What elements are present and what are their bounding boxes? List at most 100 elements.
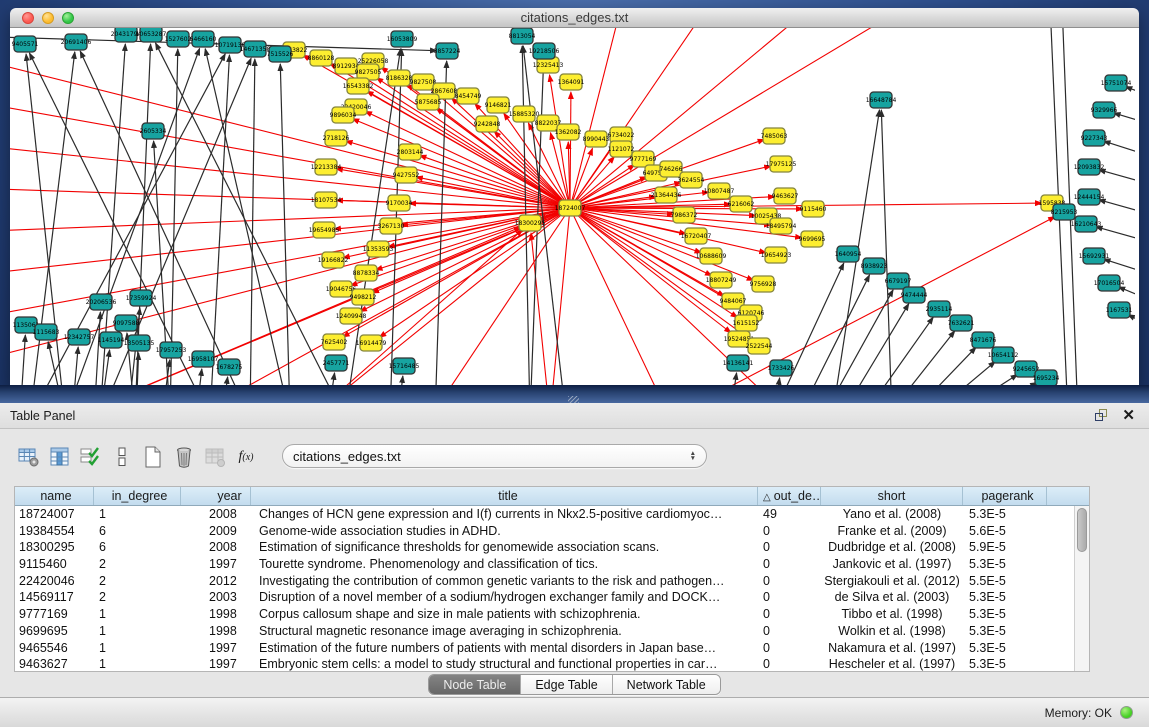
graph-node[interactable]: 12444154 [1074,189,1105,205]
table-row[interactable]: 969969511998Structural magnetic resonanc… [15,623,1089,640]
graph-node[interactable]: 13505135 [124,335,155,351]
table-panel-header[interactable]: Table Panel ✕ [0,403,1149,429]
graph-node[interactable]: 8938923 [861,258,888,274]
graph-node[interactable]: 5875685 [415,94,442,110]
graph-node[interactable]: 6466160 [190,31,217,47]
graph-node[interactable]: 9242848 [474,116,501,132]
select-columns-icon[interactable] [47,444,73,470]
graph-node[interactable]: 9474444 [901,287,928,303]
network-window[interactable]: citations_edges.txt 18300295766382288601… [10,8,1139,387]
panel-splitter-grip[interactable] [568,396,579,403]
graph-node[interactable]: 9329966 [1091,102,1118,118]
graph-node[interactable]: 18807249 [706,272,737,288]
table-row[interactable]: 1830029562008Estimation of significance … [15,539,1089,556]
column-header-out_de[interactable]: △out_de… [758,487,821,505]
graph-node[interactable]: 9427552 [393,167,420,183]
graph-node[interactable]: 9146821 [485,97,512,113]
graph-node[interactable]: 7625402 [321,334,348,350]
table-row[interactable]: 1872400712008Changes of HCN gene express… [15,506,1089,523]
tab-edge-table[interactable]: Edge Table [521,675,612,694]
tab-node-table[interactable]: Node Table [429,675,521,694]
graph-node[interactable]: 9227343 [1081,130,1108,146]
graph-node[interactable]: 10653287 [136,28,167,42]
graph-node[interactable]: 3857224 [434,43,461,59]
graph-node[interactable]: 1733426 [768,360,795,376]
column-header-name[interactable]: name [15,487,94,505]
graph-node[interactable]: 9097588 [113,315,140,331]
vertical-scrollbar[interactable] [1074,506,1089,671]
graph-node[interactable]: 16648784 [866,92,897,108]
column-header-title[interactable]: title [251,487,758,505]
graph-node[interactable]: 8215953 [1051,204,1078,220]
graph-node[interactable]: 7485063 [761,128,788,144]
graph-node[interactable]: 7986372 [671,207,698,223]
column-header-in_degree[interactable]: in_degree [94,487,181,505]
graph-node[interactable]: 19654923 [761,247,792,263]
graph-node[interactable]: 9756928 [750,276,777,292]
scrollbar-thumb[interactable] [1077,508,1087,552]
graph-node[interactable]: 1678275 [216,359,243,375]
graph-node[interactable]: 8990443 [583,131,610,147]
graph-node[interactable]: 2718126 [323,130,350,146]
graph-node[interactable]: 1640954 [835,246,862,262]
graph-node[interactable]: 15716485 [389,358,420,374]
graph-node[interactable]: 18300295 [515,215,546,231]
graph-node[interactable]: 14136141 [723,355,754,371]
graph-node[interactable]: 9896034 [330,107,357,123]
graph-node[interactable]: 1695234 [1033,370,1060,386]
table-row[interactable]: 2242004622012Investigating the contribut… [15,573,1089,590]
graph-node[interactable]: 8878334 [353,265,380,281]
graph-node[interactable]: 3267130 [378,218,405,234]
close-panel-icon[interactable]: ✕ [1122,409,1135,422]
graph-node[interactable]: 746266 [660,161,683,177]
graph-node[interactable]: 9699695 [799,231,826,247]
delete-column-icon[interactable] [171,444,197,470]
graph-node[interactable]: 12213384 [311,159,342,175]
graph-node[interactable]: 12409948 [336,308,367,324]
graph-node[interactable]: 17016504 [1094,275,1125,291]
graph-node[interactable]: 16543382 [343,78,374,94]
graph-node[interactable]: 1527602 [165,31,192,47]
table-row[interactable]: 911546021997Tourette syndrome. Phenomeno… [15,556,1089,573]
graph-node[interactable]: 2803144 [397,144,424,160]
row-height-icon[interactable] [109,444,135,470]
graph-node[interactable]: 12093832 [1074,159,1105,175]
graph-node[interactable]: 7632621 [948,315,975,331]
graph-node[interactable]: 18107534 [311,192,342,208]
table-row[interactable]: 946554611997Estimation of the future num… [15,640,1089,657]
graph-node[interactable]: 9498212 [350,289,377,305]
graph-node[interactable]: 20691406 [61,34,92,50]
column-header-year[interactable]: year [181,487,251,505]
graph-node[interactable]: 9170034 [386,195,413,211]
graph-node[interactable]: 1145194 [98,332,125,348]
graph-node[interactable]: 7515526 [267,46,294,62]
graph-node[interactable]: 16720407 [681,228,712,244]
graph-node[interactable]: 15751074 [1101,75,1132,91]
column-header-short[interactable]: short [821,487,963,505]
table-row[interactable]: 1938455462009Genome-wide association stu… [15,523,1089,540]
graph-node[interactable]: 9115460 [800,201,827,217]
graph-node[interactable]: 8186328 [386,70,413,86]
graph-node[interactable]: 3624554 [678,172,705,188]
tab-network-table[interactable]: Network Table [613,675,720,694]
table-row[interactable]: 1456911722003Disruption of a novel membe… [15,589,1089,606]
table-row[interactable]: 977716911998Corpus callosum shape and si… [15,606,1089,623]
network-table-select[interactable]: citations_edges.txt ▲▼ [282,444,707,468]
table-settings-icon[interactable] [16,444,42,470]
graph-node[interactable]: 16053809 [387,31,418,47]
node-table[interactable]: namein_degreeyeartitle△out_de…shortpager… [14,486,1090,672]
graph-node[interactable]: 18724007 [555,200,586,216]
graph-node[interactable]: 8454749 [455,88,482,104]
graph-node[interactable]: 8471676 [970,332,997,348]
graph-node[interactable]: 6216062 [728,196,755,212]
graph-node[interactable]: 17975125 [766,156,797,172]
table-row[interactable]: 946362711997Embryonic stem cells: a mode… [15,656,1089,672]
graph-node[interactable]: 19654985 [309,222,340,238]
graph-node[interactable]: 2522544 [746,338,773,354]
graph-node[interactable]: 19166822 [318,252,349,268]
graph-node[interactable]: 10654112 [988,347,1019,363]
graph-node[interactable]: 17957253 [156,342,187,358]
graph-node[interactable]: 17359924 [126,290,157,306]
graph-node[interactable]: 9405571 [12,36,39,52]
graph-node[interactable]: 15692931 [1079,248,1110,264]
